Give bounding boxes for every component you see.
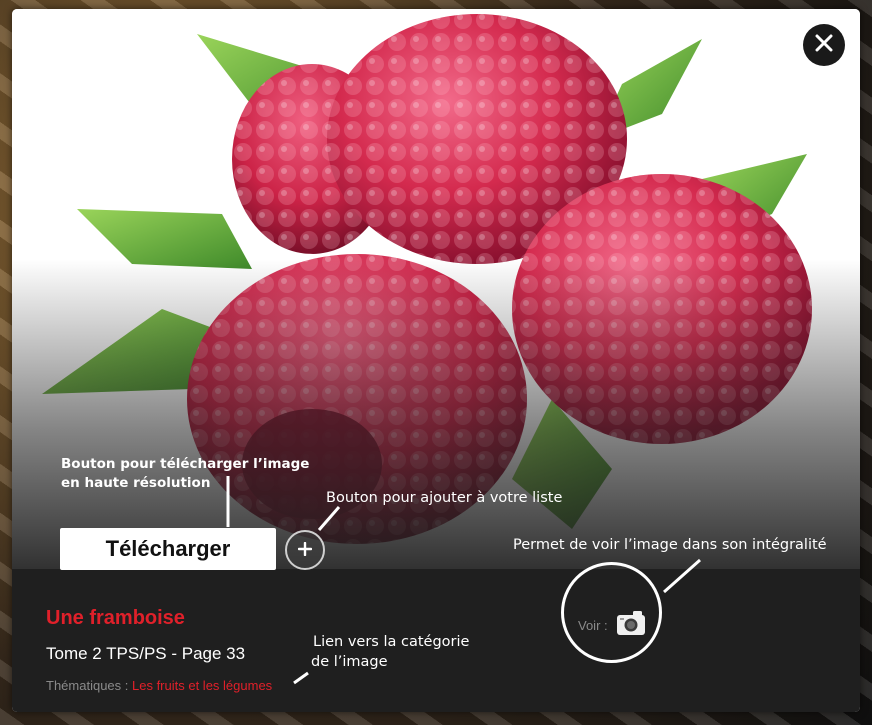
add-to-list-button[interactable]: [285, 530, 325, 570]
download-annotation-line1: Bouton pour télécharger l’image: [61, 456, 310, 472]
close-button[interactable]: [803, 24, 845, 66]
image-source: Tome 2 TPS/PS - Page 33: [46, 644, 246, 663]
plus-icon: [297, 541, 313, 560]
image-modal: Télécharger Une framboise Tome 2 TPS/PS …: [12, 9, 860, 712]
themes-line: Thématiques : Les fruits et les légumes: [46, 678, 272, 693]
category-annotation-line2: de l’image: [311, 654, 388, 670]
download-annotation-line2: en haute résolution: [61, 475, 211, 491]
image-title: Une framboise: [46, 607, 185, 629]
category-annotation-line1: Lien vers la catégorie: [313, 634, 470, 650]
view-callout-circle: [561, 562, 662, 663]
close-icon: [815, 34, 833, 56]
add-annotation: Bouton pour ajouter à votre liste: [326, 490, 563, 506]
themes-label: Thématiques :: [46, 678, 132, 693]
view-annotation: Permet de voir l’image dans son intégral…: [513, 537, 827, 553]
download-button[interactable]: Télécharger: [60, 528, 276, 570]
themes-category-link[interactable]: Les fruits et les légumes: [132, 678, 272, 693]
photo-fade: [12, 259, 860, 571]
